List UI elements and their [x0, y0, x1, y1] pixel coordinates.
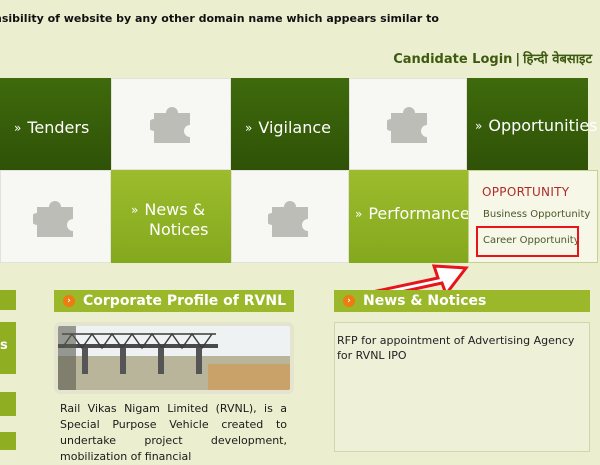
bridge-photo — [54, 322, 294, 394]
double-chevron-right-icon: » — [355, 207, 363, 221]
news-notices-title: News & Notices — [363, 293, 487, 309]
hindi-website-link[interactable]: हिन्दी वेबसाइट — [523, 52, 592, 67]
tile-placeholder — [231, 170, 349, 263]
news-notices-header: › News & Notices — [334, 290, 590, 312]
vigilance-label: Vigilance — [258, 118, 332, 137]
tile-placeholder — [0, 170, 111, 263]
tile-vigilance[interactable]: » Vigilance — [231, 78, 349, 170]
news-item[interactable]: RFP for appointment of Advertising Agenc… — [337, 333, 577, 363]
orange-bullet-icon: › — [63, 295, 75, 307]
nav-separator: | — [515, 52, 521, 67]
tile-opportunities[interactable]: » Opportunities — [467, 78, 598, 170]
corporate-profile-text: Rail Vikas Nigam Limited (RVNL), is a Sp… — [60, 402, 287, 463]
bridge-photo-graphic — [58, 326, 290, 390]
tile-placeholder — [349, 78, 467, 170]
left-menu-stub[interactable]: s — [0, 322, 16, 374]
left-menu-stub[interactable] — [0, 392, 16, 416]
double-chevron-right-icon: » — [14, 121, 22, 135]
left-menu-stub[interactable] — [0, 290, 16, 310]
business-opportunity-link[interactable]: Business Opportunity — [483, 209, 590, 220]
orange-bullet-icon: › — [343, 295, 355, 307]
tile-tenders[interactable]: » Tenders — [0, 78, 111, 170]
tile-performance[interactable]: » Performance — [349, 170, 470, 263]
corporate-profile-header: › Corporate Profile of RVNL — [54, 290, 294, 312]
opportunities-label: Opportunities — [488, 116, 598, 135]
tile-placeholder — [111, 78, 231, 170]
double-chevron-right-icon: » — [475, 119, 483, 133]
performance-label: Performance — [368, 204, 470, 223]
news-notices-label-line1: News & — [144, 200, 206, 219]
double-chevron-right-icon: » — [131, 203, 139, 217]
puzzle-piece-icon — [33, 201, 73, 237]
puzzle-piece-icon — [387, 107, 427, 143]
left-menu-stub[interactable] — [0, 432, 16, 450]
marquee-ticker: nsibility of website by any other domain… — [0, 10, 600, 30]
tile-news-notices[interactable]: » News & Notices — [111, 170, 231, 263]
ticker-text: nsibility of website by any other domain… — [0, 12, 439, 25]
tenders-label: Tenders — [27, 118, 90, 137]
double-chevron-right-icon: » — [245, 121, 253, 135]
annotation-highlight-box — [476, 226, 579, 257]
top-nav: Candidate Login | हिन्दी वेबसाइट — [393, 49, 592, 67]
corporate-profile-title: Corporate Profile of RVNL — [83, 293, 287, 309]
dropdown-heading: OPPORTUNITY — [482, 185, 570, 199]
left-stub-letter: s — [0, 338, 8, 353]
news-notices-label-line2: Notices — [149, 220, 209, 239]
candidate-login-link[interactable]: Candidate Login — [393, 52, 512, 67]
puzzle-piece-icon — [268, 201, 308, 237]
puzzle-piece-icon — [150, 107, 190, 143]
